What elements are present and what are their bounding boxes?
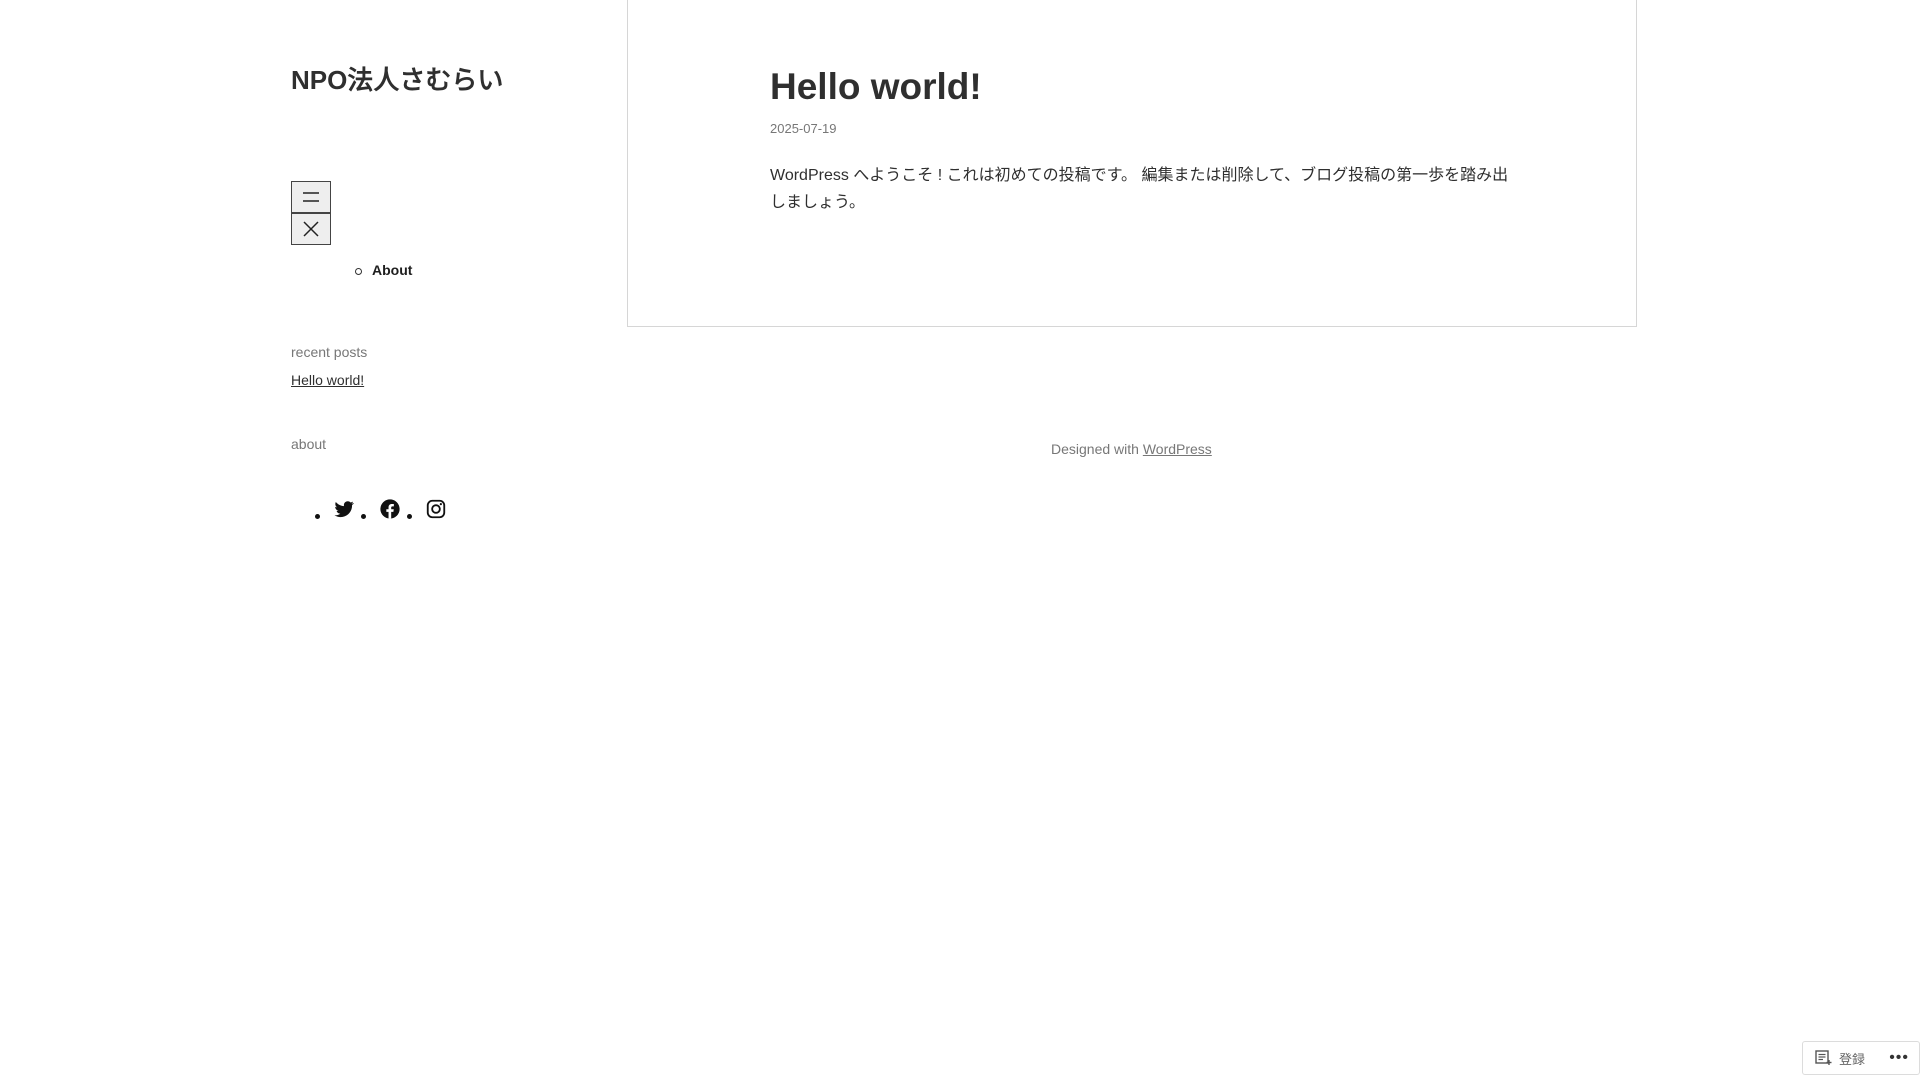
twitter-icon[interactable] bbox=[333, 498, 355, 520]
wordpress-link[interactable]: WordPress bbox=[1143, 441, 1212, 457]
signup-button[interactable]: 登録 bbox=[1803, 1049, 1865, 1068]
reader-icon bbox=[1815, 1050, 1832, 1065]
post-title[interactable]: Hello world! bbox=[770, 66, 982, 108]
recent-posts-heading: recent posts bbox=[291, 344, 368, 360]
post-date[interactable]: 2025-07-19 bbox=[770, 121, 837, 136]
facebook-icon[interactable] bbox=[379, 498, 401, 520]
more-options-button[interactable]: ••• bbox=[1889, 1049, 1909, 1067]
site-title[interactable]: NPO法人さむらい bbox=[291, 60, 503, 97]
menu-icon bbox=[303, 192, 319, 202]
footer-credit: Designed with WordPress bbox=[1051, 441, 1212, 457]
recent-post-link[interactable]: Hello world! bbox=[291, 372, 364, 388]
signup-label: 登録 bbox=[1839, 1051, 1866, 1067]
list-bullet bbox=[407, 514, 412, 519]
list-bullet bbox=[361, 514, 366, 519]
about-heading: about bbox=[291, 436, 327, 452]
list-bullet bbox=[315, 514, 320, 519]
page: NPO法人さむらい About recent posts Hello world… bbox=[0, 0, 1920, 1080]
nav-item-about[interactable]: About bbox=[291, 262, 412, 278]
instagram-icon[interactable] bbox=[425, 498, 447, 520]
footer-credit-text: Designed with bbox=[1051, 441, 1143, 457]
close-icon bbox=[303, 221, 319, 237]
menu-close-button[interactable] bbox=[291, 213, 331, 245]
nav-item-about-link[interactable]: About bbox=[372, 262, 412, 278]
admin-actions-bar: 登録 ••• bbox=[1802, 1041, 1920, 1075]
menu-open-button[interactable] bbox=[291, 181, 331, 213]
primary-nav: About bbox=[291, 262, 412, 278]
post-content: WordPress へようこそ ! これは初めての投稿です。 編集または削除して… bbox=[770, 167, 1509, 211]
